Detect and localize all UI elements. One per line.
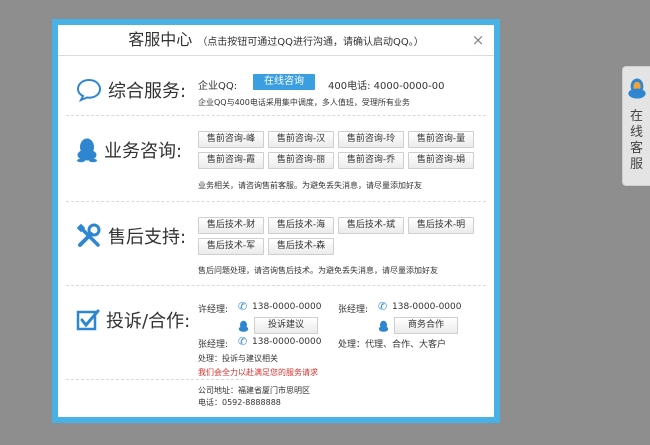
presales-button[interactable]: 售前咨询-娟 (408, 152, 474, 169)
presales-button[interactable]: 售前咨询-汉 (268, 131, 334, 148)
general-service-note: 企业QQ与400电话采用集中调度，多人值班，受理所有业务 (198, 98, 410, 107)
hotline-400: 400电话: 4000-0000-00 (328, 81, 445, 92)
presales-button[interactable]: 售前咨询-乔 (338, 152, 404, 169)
dialog-header: 客服中心 （点击按钮可通过QQ进行沟通，请确认启动QQ。） (58, 25, 494, 56)
aftersales-button[interactable]: 售后技术-军 (198, 238, 264, 255)
aftersales-button[interactable]: 售后技术-森 (268, 238, 334, 255)
complaint-suggestion-button[interactable]: 投诉建议 (254, 317, 318, 334)
phone-icon: ✆ (238, 300, 248, 313)
phone-icon: ✆ (238, 335, 248, 348)
chat-bubble-icon (76, 78, 102, 102)
customer-service-dialog: 客服中心 （点击按钮可通过QQ进行沟通，请确认启动QQ。） × 综合服务: 企业… (52, 19, 500, 423)
consult-title: 业务咨询: (104, 141, 183, 162)
qq-penguin-icon (628, 78, 646, 99)
manager-name: 张经理: (338, 305, 369, 315)
presales-button[interactable]: 售前咨询-丽 (268, 152, 334, 169)
aftersales-button-grid: 售后技术-财 售后技术-海 售后技术-斌 售后技术-明 售后技术-军 售后技术-… (198, 217, 474, 255)
divider (66, 285, 486, 286)
manager-phone: 138-0000-0000 (392, 302, 462, 312)
business-cooperation-button[interactable]: 商务合作 (394, 317, 458, 334)
close-icon[interactable]: × (470, 25, 486, 55)
manager-name: 许经理: (198, 305, 229, 315)
qq-penguin-icon (77, 138, 97, 163)
general-service-title: 综合服务: (108, 81, 187, 102)
aftersales-button[interactable]: 售后技术-财 (198, 217, 264, 234)
manager-phone: 138-0000-0000 (252, 302, 322, 312)
aftersales-button[interactable]: 售后技术-斌 (338, 217, 404, 234)
company-phone: 电话：0592-8888888 (198, 398, 281, 407)
manager-name: 张经理: (198, 340, 229, 350)
phone-icon: ✆ (378, 300, 388, 313)
handle-cooperation: 处理：代理、合作、大客户 (338, 340, 447, 350)
presales-button[interactable]: 售前咨询-玲 (338, 131, 404, 148)
divider (66, 201, 486, 202)
presales-button[interactable]: 售前咨询-霞 (198, 152, 264, 169)
side-tab-label: 在线客服 (629, 109, 643, 172)
dialog-title: 客服中心 (128, 30, 193, 49)
aftersales-button[interactable]: 售后技术-海 (268, 217, 334, 234)
presales-button[interactable]: 售前咨询-峰 (198, 131, 264, 148)
support-title: 售后支持: (108, 227, 187, 248)
online-consult-button[interactable]: 在线咨询 (253, 74, 315, 90)
complaint-heading: 投诉/合作: (76, 307, 190, 333)
support-heading: 售后支持: (76, 223, 186, 249)
consult-heading: 业务咨询: (76, 137, 182, 163)
manager-phone: 138-0000-0000 (252, 337, 322, 347)
dialog-subtitle: （点击按钮可通过QQ进行沟通，请确认启动QQ。） (197, 37, 424, 48)
general-service-heading: 综合服务: (76, 77, 186, 103)
divider (66, 115, 486, 116)
presales-button[interactable]: 售前咨询-量 (408, 131, 474, 148)
online-service-side-tab[interactable]: 在线客服 (622, 66, 650, 186)
complaint-title: 投诉/合作: (106, 311, 191, 332)
enterprise-qq-label: 企业QQ: (198, 81, 238, 92)
company-address: 公司地址：福建省厦门市思明区 (198, 386, 310, 395)
aftersales-button[interactable]: 售后技术-明 (408, 217, 474, 234)
support-note: 售后问题处理，请咨询售后技术。为避免丢失消息，请尽量添加好友 (198, 266, 438, 275)
consult-note: 业务相关，请咨询售前客服。为避免丢失消息，请尽量添加好友 (198, 181, 422, 190)
qq-penguin-icon (378, 320, 389, 332)
service-promise: 我们会全力以赴满足您的服务请求 (198, 368, 318, 377)
qq-penguin-icon (238, 320, 249, 332)
checkbox-check-icon (76, 309, 100, 331)
handle-complaint: 处理：投诉与建议相关 (198, 354, 278, 363)
divider (66, 379, 244, 380)
dialog-body: 客服中心 （点击按钮可通过QQ进行沟通，请确认启动QQ。） × 综合服务: 企业… (58, 25, 494, 417)
presales-button-grid: 售前咨询-峰 售前咨询-汉 售前咨询-玲 售前咨询-量 售前咨询-霞 售前咨询-… (198, 131, 474, 169)
tools-icon (76, 223, 101, 247)
